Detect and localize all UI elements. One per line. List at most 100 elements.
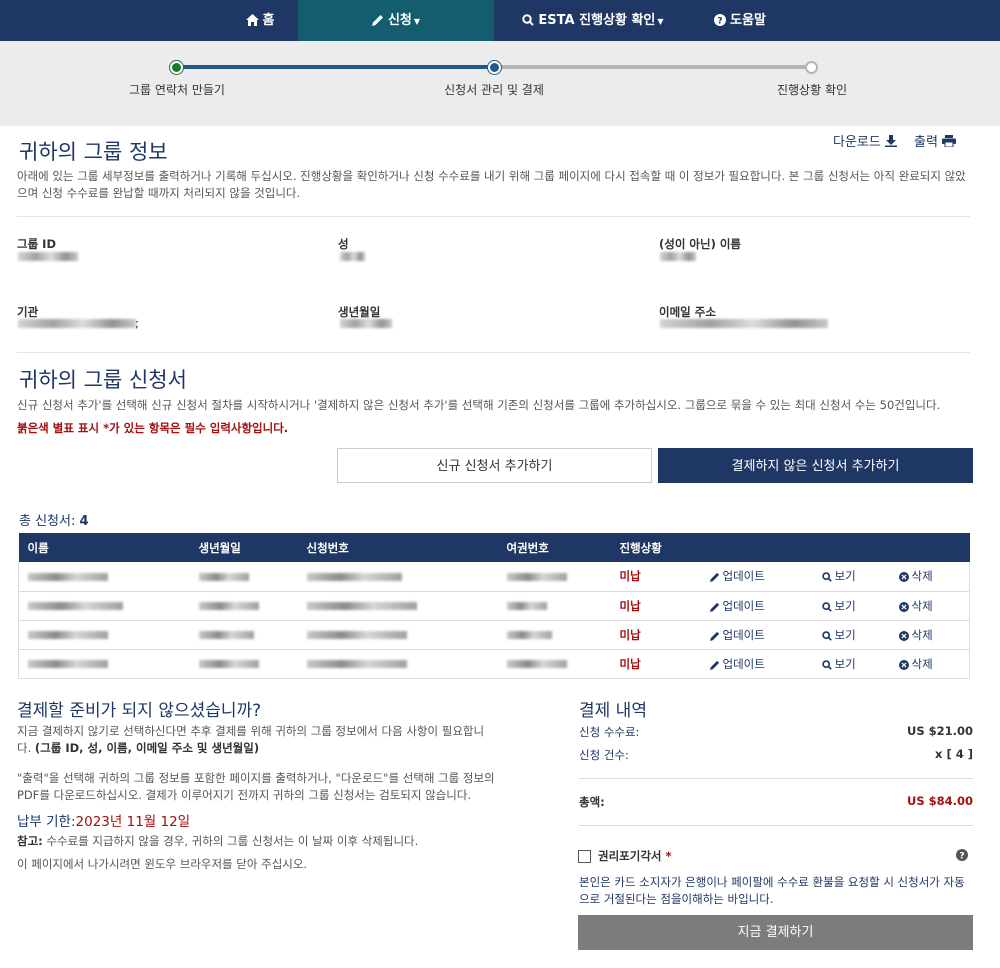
organization-suffix: ; — [135, 316, 139, 330]
update-button[interactable]: 업데이트 — [709, 599, 765, 613]
group-info-title: 귀하의 그룹 정보 — [19, 140, 168, 164]
nav-status-label: ESTA 진행상황 확인 — [538, 13, 656, 28]
nav-status[interactable]: ESTA 진행상황 확인 ▼ — [510, 0, 676, 41]
given-name-value — [660, 252, 696, 261]
pay-now-button[interactable]: 지금 결제하기 — [578, 915, 973, 950]
due-date-label: 납부 기한: — [17, 814, 76, 830]
add-new-application-button[interactable]: 신규 신청서 추가하기 — [337, 448, 652, 483]
organization-value — [18, 319, 136, 328]
update-button[interactable]: 업데이트 — [709, 657, 765, 671]
close-window-note: 이 페이지에서 나가시려면 윈도우 브라우저를 닫아 주십시오. — [17, 857, 308, 871]
add-unpaid-application-button[interactable]: 결제하지 않은 신청서 추가하기 — [658, 448, 973, 483]
required-note: 붉은색 별표 표시 *가 있는 항목은 필수 입력사항입니다. — [17, 421, 289, 435]
cell-applicant-dob — [189, 620, 298, 650]
delete-icon — [898, 572, 909, 583]
cell-application-number — [297, 620, 498, 650]
email-label: 이메일 주소 — [659, 305, 716, 319]
table-row: 미납 업데이트 보기 삭제 — [18, 649, 970, 679]
delete-button[interactable]: 삭제 — [898, 627, 933, 642]
delete-button[interactable]: 삭제 — [898, 598, 933, 613]
total-label: 총액: — [579, 795, 605, 809]
delete-label: 삭제 — [911, 598, 933, 613]
redacted-value — [28, 572, 108, 581]
cell-application-number — [297, 562, 498, 592]
redacted-value — [306, 631, 407, 639]
update-button[interactable]: 업데이트 — [709, 628, 765, 642]
divider — [17, 216, 970, 217]
home-icon — [245, 14, 259, 26]
required-star: * — [665, 849, 672, 863]
chevron-down-icon: ▼ — [657, 17, 664, 26]
progress-line-todo — [494, 65, 811, 69]
total-value: US $84.00 — [906, 794, 973, 808]
pencil-icon — [709, 660, 719, 670]
table-header-row: 이름 생년월일 신청번호 여권번호 진행상황 — [18, 533, 970, 562]
print-download-instructions: "출력"을 선택해 귀하의 그룹 정보를 포함한 페이지를 출력하거나, "다운… — [17, 771, 495, 802]
nav-apply[interactable]: 신청 ▼ — [298, 0, 494, 41]
waiver-checkbox[interactable] — [578, 850, 591, 863]
delete-button[interactable]: 삭제 — [898, 569, 933, 584]
update-cell: 업데이트 — [700, 649, 813, 679]
divider — [579, 825, 973, 826]
view-label: 보기 — [834, 656, 856, 671]
nav-home[interactable]: 홈 — [222, 0, 298, 41]
pencil-icon — [371, 15, 383, 26]
status-badge: 미납 — [610, 649, 701, 679]
update-label: 업데이트 — [722, 569, 765, 584]
divider — [17, 352, 970, 353]
step-dot-3 — [805, 61, 818, 74]
view-button[interactable]: 보기 — [821, 627, 899, 643]
note-label: 참고: — [17, 834, 43, 848]
step-label-3: 진행상황 확인 — [776, 83, 848, 97]
waiver-text: 본인은 카드 소지자가 은행이나 페이팔에 수수료 환불을 요청할 시 신청서가… — [579, 875, 965, 906]
delete-icon — [898, 630, 909, 641]
waiver-label: 권리포기각서 * — [598, 848, 672, 864]
note-text: 수수료를 지급하지 않을 경우, 귀하의 그룹 신청서는 이 날짜 이후 삭제됩… — [46, 834, 419, 848]
nav-help[interactable]: ? 도움말 — [700, 0, 780, 41]
group-info-description: 아래에 있는 그룹 세부정보를 출력하거나 기록해 두십시오. 진행상황을 확인… — [17, 169, 966, 200]
col-name: 이름 — [18, 533, 190, 562]
col-status: 진행상황 — [610, 533, 701, 562]
total-applications: 총 신청서: 4 — [19, 510, 89, 529]
cell-passport-number — [497, 620, 611, 650]
delete-label: 삭제 — [911, 627, 933, 642]
redacted-value — [198, 572, 249, 581]
cell-applicant-name — [18, 649, 190, 679]
search-icon — [821, 601, 832, 612]
redacted-value — [306, 572, 402, 581]
due-date-value: 2023년 11월 12일 — [75, 814, 191, 830]
update-button[interactable]: 업데이트 — [709, 569, 765, 584]
redacted-value — [198, 660, 259, 668]
nav-help-label: 도움말 — [730, 13, 766, 28]
status-badge: 미납 — [610, 620, 701, 650]
view-label: 보기 — [834, 569, 856, 584]
total-applications-count: 4 — [79, 514, 89, 529]
deletion-note: 참고: 수수료를 지급하지 않을 경우, 귀하의 그룹 신청서는 이 날짜 이후… — [17, 833, 495, 850]
view-button[interactable]: 보기 — [821, 568, 899, 584]
delete-button[interactable]: 삭제 — [898, 657, 933, 671]
surname-value — [340, 252, 365, 261]
count-value: x [ 4 ] — [935, 747, 973, 761]
col-actions-2 — [812, 533, 970, 562]
download-link[interactable]: 다운로드 — [833, 131, 897, 150]
help-icon[interactable]: ? — [956, 849, 968, 861]
total-applications-label: 총 신청서: — [19, 514, 76, 529]
view-delete-cell: 보기 삭제 — [812, 620, 970, 650]
nav-apply-label: 신청 — [387, 13, 412, 28]
applications-title: 귀하의 그룹 신청서 — [19, 368, 187, 392]
progress-line-done — [176, 65, 494, 69]
redacted-value — [28, 631, 108, 639]
dob-label: 생년월일 — [338, 305, 381, 319]
step-label-2: 신청서 관리 및 결제 — [444, 83, 544, 97]
view-button[interactable]: 보기 — [821, 598, 899, 614]
delete-label: 삭제 — [911, 569, 933, 584]
given-name-label: (성이 아닌) 이름 — [659, 237, 741, 251]
view-delete-cell: 보기 삭제 — [812, 562, 970, 592]
redacted-value — [506, 572, 567, 581]
print-link[interactable]: 출력 — [914, 131, 957, 150]
fee-value: US $21.00 — [906, 724, 973, 738]
status-badge: 미납 — [610, 562, 701, 592]
view-button[interactable]: 보기 — [821, 656, 899, 672]
nav-home-label: 홈 — [262, 13, 275, 28]
pencil-icon — [709, 631, 719, 641]
